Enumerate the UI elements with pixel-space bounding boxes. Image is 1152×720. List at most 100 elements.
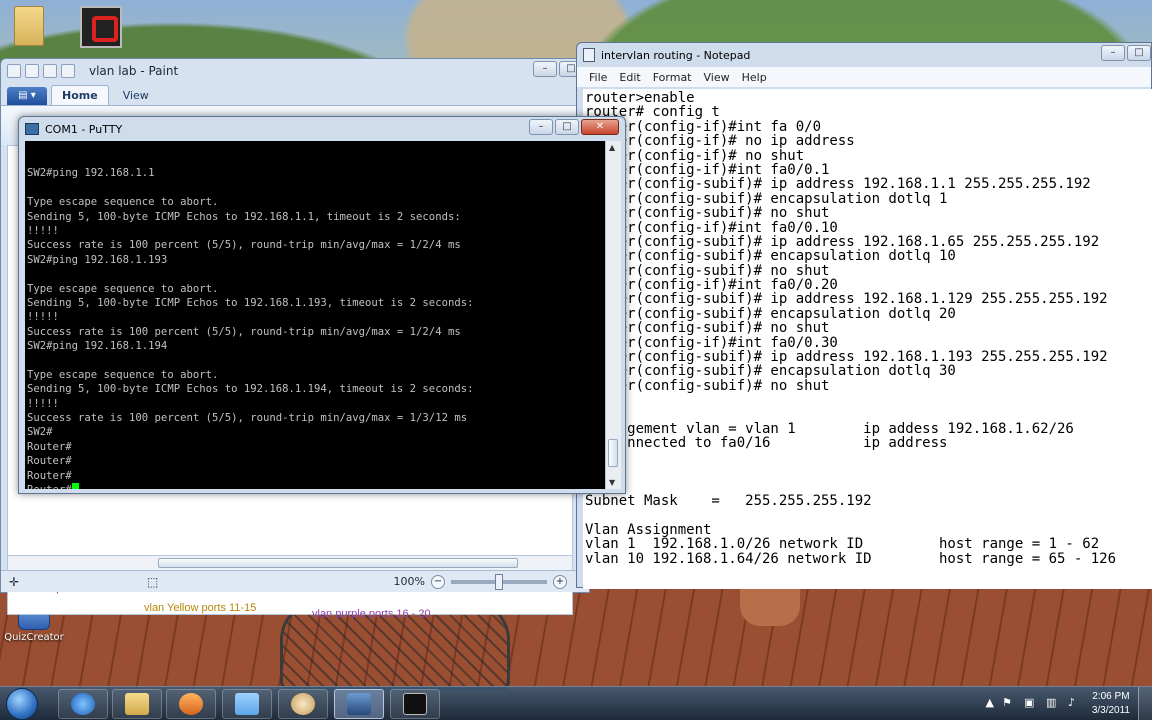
zoom-slider-thumb[interactable] [495, 573, 503, 590]
paint-menu-button[interactable]: ▤ ▾ [7, 87, 47, 105]
terminal-line: Router# [27, 482, 603, 489]
notepad-line: er(config-subif)# encapsulation dotlq 20 [585, 305, 956, 322]
terminal-line: Sending 5, 100-byte ICMP Echos to 192.16… [27, 210, 461, 223]
clock-date: 3/3/2011 [1091, 705, 1130, 716]
notepad-line: Vlan Assignment [585, 521, 712, 538]
notepad-line: router>enable [585, 90, 695, 106]
zoom-slider[interactable] [451, 573, 547, 590]
taskbar-putty-button[interactable] [334, 689, 384, 719]
scroll-down-icon[interactable]: ▼ [609, 478, 615, 487]
notepad-text-area[interactable]: router>enable router# config t er(config-… [583, 89, 1152, 589]
show-desktop-button[interactable] [1138, 687, 1152, 720]
selection-size-icon: ⬚ [147, 574, 159, 589]
notepad-line: er(config-if)# no ip address [585, 133, 855, 150]
quick-access-toolbar [7, 64, 75, 78]
notepad-line: er(config-if)# no shut [585, 147, 805, 164]
usb-device-icon[interactable]: ▣ [1024, 696, 1038, 710]
terminal-line: SW2#ping 192.168.1.193 [27, 253, 168, 266]
notepad-window[interactable]: intervlan routing - Notepad – □ File Edi… [576, 42, 1152, 589]
taskbar-cmd-button[interactable] [390, 689, 440, 719]
move-cursor-icon: ✛ [9, 574, 20, 589]
notepad-line: er(config-subif)# ip address 192.168.1.6… [585, 233, 1100, 250]
notepad-line: er(config-subif)# encapsulation dotlq 30 [585, 363, 956, 380]
system-tray: ▲ ⚑ ▣ ▥ ♪ [986, 696, 1082, 710]
redo-icon[interactable] [61, 64, 75, 78]
notepad-line: er(config-subif)# no shut [585, 377, 830, 394]
notepad-line: er(config-subif)# no shut [585, 262, 830, 279]
notepad-line: er(config-subif)# ip address 192.168.1.1… [585, 176, 1091, 193]
terminal-line: !!!!! [27, 397, 59, 410]
terminal-line: Success rate is 100 percent (5/5), round… [27, 412, 468, 425]
paint-app-icon[interactable] [7, 64, 21, 78]
internet-explorer-icon [71, 693, 95, 715]
maximize-button[interactable]: □ [555, 119, 579, 135]
tab-view[interactable]: View [113, 86, 159, 105]
putty-terminal[interactable]: SW2#ping 192.168.1.1 Type escape sequence… [25, 141, 605, 489]
network-icon[interactable]: ▥ [1046, 696, 1060, 710]
notepad-line: er(config-subif)# encapsulation dotlq 10 [585, 248, 956, 265]
maximize-button[interactable]: □ [1127, 45, 1151, 61]
scrollbar-thumb[interactable] [608, 439, 618, 467]
minimize-button[interactable]: – [533, 61, 557, 77]
notepad-line: Subnet Mask = 255.255.255.192 [585, 492, 872, 509]
notepad-line [585, 480, 1151, 494]
tab-home[interactable]: Home [51, 85, 109, 105]
putty-icon [347, 693, 371, 715]
zoom-in-button[interactable]: + [553, 574, 567, 589]
scroll-up-icon[interactable]: ▲ [609, 143, 615, 152]
folder-icon [14, 6, 44, 46]
notepad-line [585, 508, 1151, 522]
taskbar-media-player-button[interactable] [166, 689, 216, 719]
menu-format[interactable]: Format [653, 71, 692, 84]
volume-icon[interactable]: ♪ [1068, 696, 1082, 710]
putty-vertical-scrollbar[interactable]: ▲ ▼ [605, 141, 621, 489]
terminal-line: SW2#ping 192.168.1.194 [27, 340, 168, 353]
menu-view[interactable]: View [704, 71, 730, 84]
taskbar-paint-button[interactable] [278, 689, 328, 719]
minimize-button[interactable]: – [529, 119, 553, 135]
terminal-line: Type escape sequence to abort. [27, 282, 219, 295]
notepad-line: nnected to fa0/16 ip address [585, 435, 948, 452]
paint-statusbar: ✛ ⬚ 100% − + [1, 570, 589, 592]
taskbar-explorer-button[interactable] [112, 689, 162, 719]
taskbar-app-button[interactable] [222, 689, 272, 719]
notepad-titlebar[interactable]: intervlan routing - Notepad – □ [577, 43, 1151, 67]
terminal-cursor [71, 482, 79, 489]
paint-window-title: vlan lab - Paint [89, 64, 179, 78]
desktop-folder-icon[interactable] [14, 6, 48, 48]
notepad-window-title: intervlan routing - Notepad [601, 48, 751, 62]
paint-titlebar[interactable]: vlan lab - Paint – □ [1, 59, 589, 83]
terminal-line: Success rate is 100 percent (5/5), round… [27, 325, 461, 338]
close-button[interactable]: ✕ [581, 119, 619, 135]
putty-window[interactable]: COM1 - PuTTY – □ ✕ SW2#ping 192.168.1.1 T… [18, 116, 626, 494]
zoom-out-button[interactable]: − [431, 574, 445, 589]
minimize-button[interactable]: – [1101, 45, 1125, 61]
menu-help[interactable]: Help [742, 71, 767, 84]
packet-tracer-icon [80, 6, 122, 48]
terminal-line: !!!!! [27, 224, 59, 237]
clock-time: 2:06 PM [1092, 691, 1130, 702]
zoom-level: 100% [393, 575, 425, 588]
terminal-line: Type escape sequence to abort. [27, 368, 219, 381]
taskbar-clock[interactable]: 2:06 PM 3/3/2011 [1092, 690, 1130, 718]
scrollbar-thumb[interactable] [158, 558, 518, 568]
putty-titlebar[interactable]: COM1 - PuTTY – □ ✕ [19, 117, 625, 141]
command-prompt-icon [403, 693, 427, 715]
start-button[interactable] [6, 688, 38, 720]
menu-edit[interactable]: Edit [619, 71, 640, 84]
desktop-packet-tracer-icon[interactable] [80, 6, 122, 48]
terminal-line: Sending 5, 100-byte ICMP Echos to 192.16… [27, 383, 474, 396]
undo-icon[interactable] [43, 64, 57, 78]
menu-file[interactable]: File [589, 71, 607, 84]
taskbar-ie-button[interactable] [58, 689, 108, 719]
tray-expand-icon[interactable]: ▲ [986, 696, 994, 710]
terminal-line: Router# [27, 469, 72, 482]
paint-horizontal-scrollbar[interactable] [7, 555, 573, 571]
notepad-line [585, 393, 1151, 407]
action-center-icon[interactable]: ⚑ [1002, 696, 1016, 710]
save-icon[interactable] [25, 64, 39, 78]
